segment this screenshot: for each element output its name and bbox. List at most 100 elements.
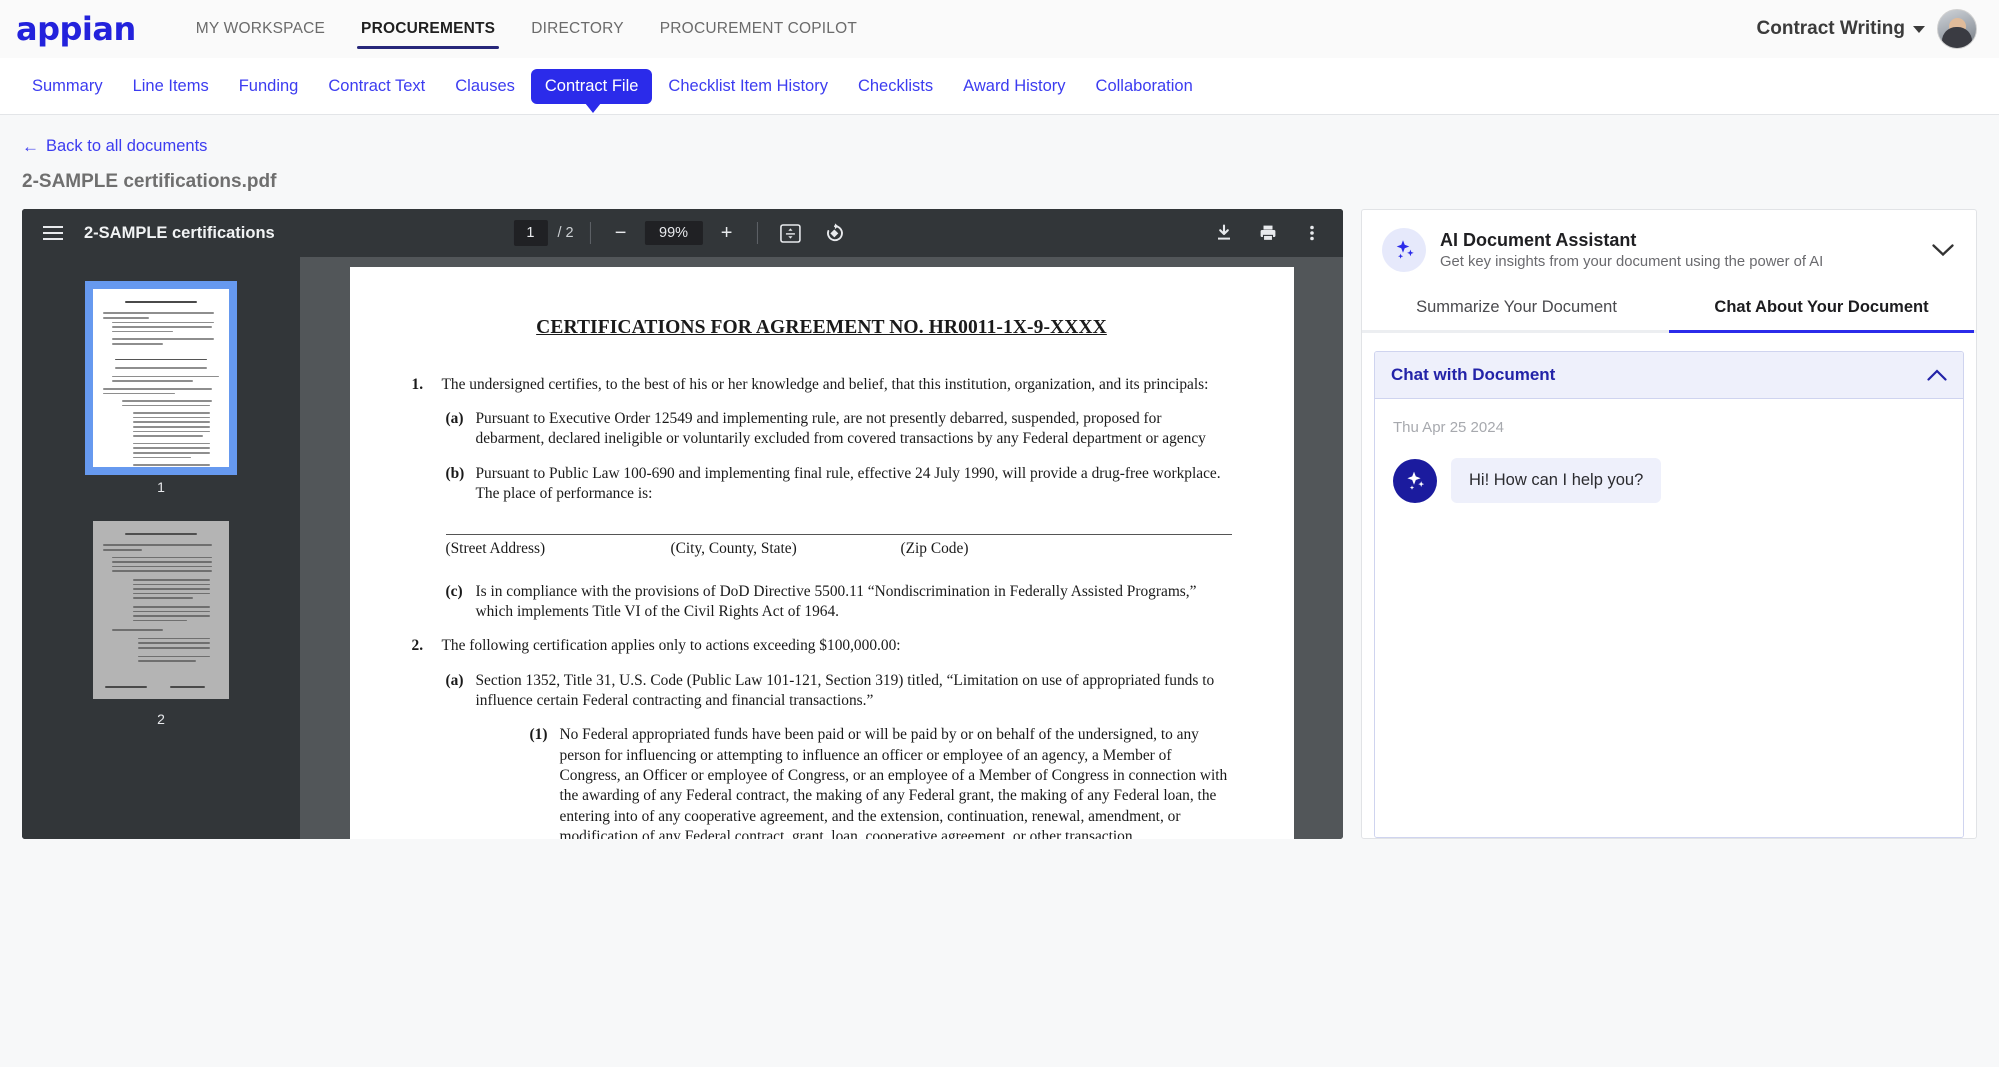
pdf-toolbar-right: [1207, 216, 1329, 250]
chat-card-title: Chat with Document: [1391, 365, 1556, 384]
page-number-input[interactable]: [513, 220, 548, 246]
chat-date-separator: Thu Apr 25 2024: [1393, 419, 1504, 436]
more-options-icon[interactable]: [1295, 216, 1329, 250]
doc-item-2a1-text: No Federal appropriated funds have been …: [559, 726, 1228, 839]
rotate-icon[interactable]: [818, 216, 852, 250]
ai-panel-header: AI Document Assistant Get key insights f…: [1362, 210, 1976, 286]
doc-item-1c: (c) Is in compliance with the provisions…: [446, 582, 1232, 623]
print-icon[interactable]: [1251, 216, 1285, 250]
nav-procurements[interactable]: PROCUREMENTS: [343, 0, 513, 58]
address-city-label: (City, County, State): [670, 540, 797, 558]
pdf-toolbar: 2-SAMPLE certifications / 2 − 99% +: [22, 209, 1343, 257]
chevron-up-icon[interactable]: [1927, 369, 1947, 381]
nav-directory[interactable]: DIRECTORY: [513, 0, 642, 58]
pdf-body: 1 2 CERTIFICATIONS FOR AGREEMENT NO. HR0…: [22, 257, 1343, 839]
pdf-file-name: 2-SAMPLE certifications: [84, 223, 275, 242]
toolbar-divider: [589, 222, 591, 244]
sparkle-icon: [1382, 228, 1426, 272]
doc-item-1b-text: Pursuant to Public Law 100-690 and imple…: [475, 464, 1221, 503]
doc-item-2a-text: Section 1352, Title 31, U.S. Code (Publi…: [475, 671, 1215, 710]
doc-item-1c-text: Is in compliance with the provisions of …: [475, 582, 1197, 621]
hamburger-menu-icon[interactable]: [36, 216, 70, 250]
user-menu-label: Contract Writing: [1756, 18, 1905, 39]
page-content: ← Back to all documents 2-SAMPLE certifi…: [0, 114, 1999, 1067]
pdf-toolbar-center: / 2 − 99% +: [513, 216, 851, 250]
header-right: Contract Writing: [1757, 9, 1977, 49]
tab-contract-file[interactable]: Contract File: [530, 68, 653, 113]
thumbnail-item-2[interactable]: 2: [22, 511, 300, 727]
nav-procurement-copilot[interactable]: PROCUREMENT COPILOT: [642, 0, 875, 58]
doc-item-1a: (a) Pursuant to Executive Order 12549 an…: [446, 409, 1232, 450]
tab-summarize-your-document[interactable]: Summarize Your Document: [1364, 286, 1669, 333]
doc-item-2-text: The following certification applies only…: [441, 637, 901, 655]
address-street-label: (Street Address): [445, 540, 546, 558]
address-rule: [445, 534, 1232, 536]
doc-item-1-marker: 1.: [411, 375, 424, 393]
thumbnail-label-1: 1: [157, 479, 165, 495]
arrow-left-icon: ←: [22, 137, 39, 156]
doc-item-2a1: (1) No Federal appropriated funds have b…: [530, 725, 1232, 839]
thumbnail-preview-2: [93, 521, 229, 699]
chat-card-header[interactable]: Chat with Document: [1375, 352, 1963, 399]
address-block: (Street Address) (City, County, State) (…: [445, 534, 1232, 559]
tab-line-items[interactable]: Line Items: [119, 69, 223, 104]
thumbnail-preview: [93, 289, 229, 467]
thumbnail-page-2[interactable]: [93, 521, 229, 699]
tab-chat-about-your-document[interactable]: Chat About Your Document: [1669, 286, 1974, 333]
zoom-level-value[interactable]: 99%: [644, 221, 703, 245]
page-title: 2-SAMPLE certifications.pdf: [22, 171, 277, 192]
tab-award-history[interactable]: Award History: [949, 69, 1079, 104]
thumbnail-page-1[interactable]: [85, 281, 237, 475]
ai-panel-tabs: Summarize Your Document Chat About Your …: [1362, 286, 1976, 333]
record-tabs: Summary Line Items Funding Contract Text…: [0, 58, 1999, 114]
ai-panel-heading: AI Document Assistant Get key insights f…: [1440, 230, 1823, 270]
back-to-all-documents-link[interactable]: ← Back to all documents: [22, 115, 207, 156]
chat-with-document-card: Chat with Document Thu Apr 25 2024 Hi! H…: [1374, 351, 1964, 838]
ai-document-assistant-panel: AI Document Assistant Get key insights f…: [1361, 209, 1977, 839]
pdf-page-area[interactable]: CERTIFICATIONS FOR AGREEMENT NO. HR0011-…: [300, 257, 1343, 839]
zoom-in-button[interactable]: +: [713, 219, 741, 247]
doc-item-2: 2. The following certification applies o…: [412, 636, 1232, 656]
zoom-out-button[interactable]: −: [607, 219, 635, 247]
pdf-thumbnail-rail[interactable]: 1 2: [22, 257, 300, 839]
tab-contract-text[interactable]: Contract Text: [314, 69, 439, 104]
pdf-page-1: CERTIFICATIONS FOR AGREEMENT NO. HR0011-…: [349, 267, 1294, 839]
primary-nav: MY WORKSPACE PROCUREMENTS DIRECTORY PROC…: [178, 0, 875, 58]
doc-item-1-text: The undersigned certifies, to the best o…: [441, 375, 1209, 393]
tab-clauses[interactable]: Clauses: [441, 69, 529, 104]
chat-message: Hi! How can I help you?: [1393, 458, 1945, 503]
chat-message-list: Thu Apr 25 2024 Hi! How can I help you?: [1375, 399, 1963, 837]
avatar[interactable]: [1937, 9, 1977, 49]
tab-collaboration[interactable]: Collaboration: [1082, 69, 1207, 104]
tab-checklist-item-history[interactable]: Checklist Item History: [654, 69, 842, 104]
ai-panel-title: AI Document Assistant: [1440, 230, 1637, 250]
chat-message-bubble: Hi! How can I help you?: [1451, 458, 1662, 503]
tab-checklists[interactable]: Checklists: [844, 69, 947, 104]
viewer-row: 2-SAMPLE certifications / 2 − 99% +: [22, 209, 1977, 839]
address-labels: (Street Address) (City, County, State) (…: [446, 539, 1232, 559]
chevron-down-icon[interactable]: [1930, 237, 1956, 263]
doc-item-2a-marker: (a): [445, 671, 464, 689]
global-header: appian MY WORKSPACE PROCUREMENTS DIRECTO…: [0, 0, 1999, 58]
doc-item-1a-text: Pursuant to Executive Order 12549 and im…: [475, 410, 1206, 448]
back-link-label: Back to all documents: [46, 137, 208, 155]
toolbar-divider-2: [756, 222, 758, 244]
doc-item-1b: (b) Pursuant to Public Law 100-690 and i…: [446, 464, 1232, 505]
thumbnail-label-2: 2: [157, 711, 165, 727]
document-heading: CERTIFICATIONS FOR AGREEMENT NO. HR0011-…: [536, 317, 1107, 338]
fit-to-page-icon[interactable]: [774, 216, 808, 250]
page-count-label: / 2: [557, 225, 574, 241]
thumbnail-item-1[interactable]: 1: [22, 271, 300, 495]
download-icon[interactable]: [1207, 216, 1241, 250]
chevron-down-icon: [1913, 25, 1925, 33]
tab-funding[interactable]: Funding: [225, 69, 313, 104]
doc-item-1b-marker: (b): [445, 464, 465, 482]
doc-item-1: 1. The undersigned certifies, to the bes…: [412, 375, 1232, 395]
address-zip-label: (Zip Code): [900, 540, 969, 558]
appian-logo[interactable]: appian: [16, 13, 136, 45]
tab-summary[interactable]: Summary: [18, 69, 117, 104]
nav-my-workspace[interactable]: MY WORKSPACE: [178, 0, 343, 58]
user-menu[interactable]: Contract Writing: [1757, 18, 1925, 40]
ai-panel-subtitle: Get key insights from your document usin…: [1440, 254, 1824, 270]
pdf-viewer: 2-SAMPLE certifications / 2 − 99% +: [22, 209, 1343, 839]
